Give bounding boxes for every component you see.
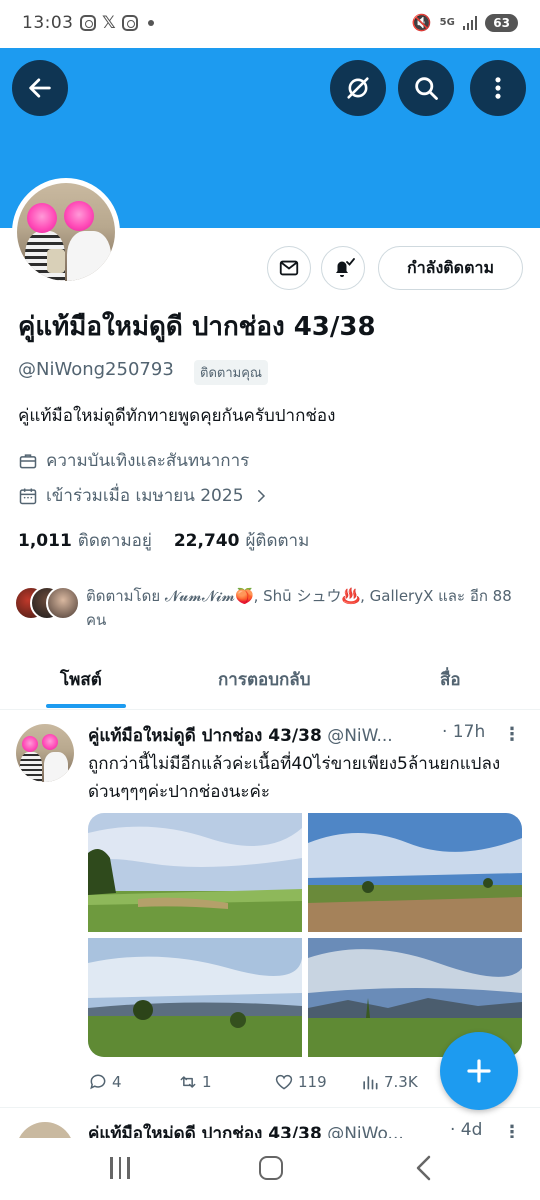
- chevron-right-icon: [257, 489, 265, 502]
- view-count: 7.3K: [384, 1073, 418, 1091]
- repost-button[interactable]: 1: [178, 1072, 212, 1092]
- avatar-photo: [17, 183, 115, 281]
- grok-icon: [347, 77, 369, 99]
- following-button[interactable]: กำลังติดตาม: [378, 246, 523, 290]
- recents-button[interactable]: [110, 1157, 130, 1179]
- instagram-icon: [121, 15, 138, 31]
- search-icon: [415, 77, 438, 100]
- profile-avatar[interactable]: [12, 178, 120, 286]
- profile-category: ความบันเทิงและสันทนาการ: [18, 447, 249, 474]
- network-type: 5G: [439, 16, 455, 28]
- status-bar: 13:03 𝕏 🔇 5G 63: [0, 0, 540, 48]
- reply-button[interactable]: 4: [88, 1072, 122, 1092]
- mute-icon: 🔇: [411, 13, 432, 32]
- views-button[interactable]: 7.3K: [360, 1072, 418, 1092]
- bell-check-icon: [336, 258, 355, 277]
- x-icon: 𝕏: [102, 13, 116, 33]
- plus-icon: [467, 1059, 491, 1083]
- following-count: 1,011: [18, 531, 72, 551]
- notification-icons: 𝕏: [80, 13, 154, 33]
- tweet-author-name[interactable]: คู่แท้มือใหม่ดูดี ปากช่อง 43/38: [88, 726, 322, 746]
- heart-icon: [275, 1074, 293, 1090]
- briefcase-icon: [19, 453, 37, 468]
- tweet-actions: 4 1 119 7.3K: [88, 1072, 438, 1096]
- tweet-header: คู่แท้มือใหม่ดูดี ปากช่อง 43/38 @NiWo...: [88, 1120, 404, 1138]
- tweet-photo[interactable]: [88, 938, 302, 1057]
- tab-media[interactable]: สื่อ: [440, 666, 461, 693]
- tweet-photo[interactable]: [308, 813, 522, 932]
- grok-button[interactable]: [330, 60, 386, 116]
- repost-count: 1: [202, 1073, 212, 1091]
- tweet-author-handle[interactable]: @NiWo...: [327, 1124, 404, 1138]
- message-button[interactable]: [267, 246, 311, 290]
- signal-icon: [462, 15, 478, 30]
- following-label: ติดตามอยู่: [77, 531, 152, 551]
- tweet-author-name[interactable]: คู่แท้มือใหม่ดูดี ปากช่อง 43/38: [88, 1124, 322, 1138]
- analytics-icon: [363, 1076, 378, 1090]
- avatar: [16, 724, 74, 782]
- avatar: [46, 586, 80, 620]
- system-nav-bar: [0, 1138, 540, 1200]
- battery-indicator: 63: [485, 13, 518, 32]
- tab-posts[interactable]: โพสต์: [60, 666, 102, 693]
- following-stat[interactable]: 1,011 ติดตามอยู่: [18, 527, 152, 554]
- profile-handle: @NiWong250793: [18, 359, 174, 380]
- more-notifications-icon: [147, 20, 154, 26]
- calendar-icon: [19, 488, 37, 504]
- tweet[interactable]: คู่แท้มือใหม่ดูดี ปากช่อง 43/38 @NiWo...…: [0, 1108, 540, 1138]
- notifications-button[interactable]: [321, 246, 365, 290]
- followed-by-avatars: [14, 586, 84, 622]
- follow-stats: 1,011 ติดตามอยู่ 22,740 ผู้ติดตาม: [18, 527, 309, 554]
- profile-display-name: คู่แท้มือใหม่ดูดี ปากช่อง 43/38: [18, 312, 376, 342]
- profile-bio: คู่แท้มือใหม่ดูดีทักทายพูดคุยกันครับปากช…: [18, 406, 336, 426]
- landscape-image: [88, 813, 302, 932]
- landscape-image: [308, 813, 522, 932]
- tweet-timestamp[interactable]: · 4d: [450, 1120, 482, 1138]
- followers-stat[interactable]: 22,740 ผู้ติดตาม: [174, 527, 309, 554]
- tweet-text: ถูกกว่านี้ไม่มีอีกแล้วค่ะเนื้อที่40ไร่ขา…: [88, 754, 501, 802]
- tweet-more-button[interactable]: ⋮: [503, 1122, 521, 1138]
- tab-replies[interactable]: การตอบกลับ: [218, 666, 311, 693]
- more-options-button[interactable]: [470, 60, 526, 116]
- joined-label: เข้าร่วมเมื่อ เมษายน 2025: [46, 486, 244, 506]
- followers-count: 22,740: [173, 531, 240, 551]
- envelope-icon: [279, 260, 299, 276]
- like-count: 119: [298, 1073, 327, 1091]
- tweet-avatar[interactable]: [16, 1122, 74, 1138]
- follows-you-badge: ติดตามคุณ: [194, 360, 268, 385]
- followed-by-text: ติดตามโดย 𝓝𝓾𝓶𝓝𝓲𝓶🍑, Shū シュウ♨️, GalleryX แ…: [86, 587, 512, 629]
- tweet-author-handle[interactable]: @NiW...: [327, 726, 393, 746]
- more-vertical-icon: [495, 77, 501, 99]
- tweet-avatar[interactable]: [16, 724, 74, 782]
- profile-tabs: โพสต์ การตอบกลับ สื่อ: [0, 648, 540, 710]
- status-time: 13:03: [22, 13, 74, 33]
- repost-icon: [180, 1076, 196, 1088]
- reply-icon: [90, 1074, 106, 1090]
- arrow-left-icon: [29, 78, 51, 98]
- reply-count: 4: [112, 1073, 122, 1091]
- compose-button[interactable]: [440, 1032, 518, 1110]
- tweet-media-grid: [88, 813, 522, 1057]
- tweet-more-button[interactable]: ⋮: [503, 724, 521, 745]
- search-button[interactable]: [398, 60, 454, 116]
- category-label: ความบันเทิงและสันทนาการ: [46, 451, 250, 471]
- tweet-timestamp[interactable]: · 17h: [442, 722, 485, 742]
- like-button[interactable]: 119: [274, 1072, 327, 1092]
- back-button[interactable]: [12, 60, 68, 116]
- joined-date[interactable]: เข้าร่วมเมื่อ เมษายน 2025: [18, 482, 270, 509]
- followers-label: ผู้ติดตาม: [245, 531, 310, 551]
- home-button[interactable]: [259, 1156, 283, 1180]
- tweet-photo[interactable]: [88, 813, 302, 932]
- system-icons: 🔇 5G 63: [412, 13, 518, 32]
- back-nav-button[interactable]: [414, 1155, 432, 1181]
- landscape-image: [88, 938, 302, 1057]
- tab-indicator: [46, 704, 126, 708]
- instagram-icon: [80, 15, 96, 31]
